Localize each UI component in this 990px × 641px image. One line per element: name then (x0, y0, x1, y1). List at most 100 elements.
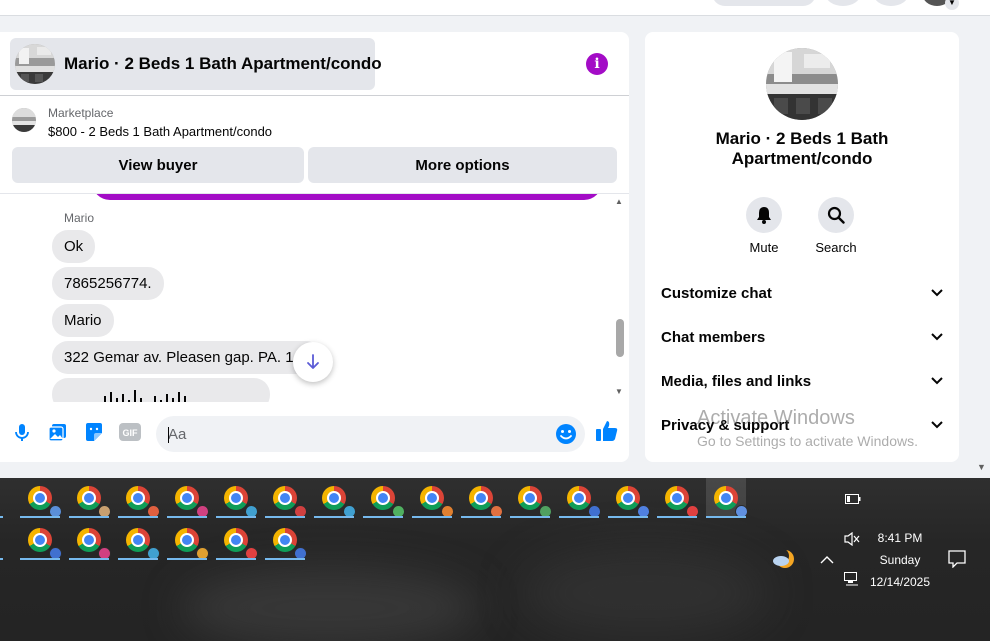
voice-message-bubble[interactable] (52, 378, 270, 402)
marketplace-listing-banner: Marketplace $800 - 2 Beds 1 Bath Apartme… (0, 96, 629, 194)
mute-button[interactable]: Mute (734, 197, 794, 255)
taskbar-chrome-window[interactable] (0, 520, 3, 560)
listing-title[interactable]: $800 - 2 Beds 1 Bath Apartment/condo (48, 124, 272, 139)
running-indicator (265, 558, 305, 560)
waveform-icon (104, 390, 186, 402)
taskbar-chrome-window[interactable] (314, 478, 356, 518)
running-indicator (167, 558, 207, 560)
taskbar-chrome-window[interactable] (69, 478, 111, 518)
more-options-button[interactable]: More options (308, 147, 617, 183)
chrome-icon (273, 486, 307, 518)
taskbar-chrome-window[interactable] (363, 478, 405, 518)
running-indicator (265, 516, 305, 518)
notification-icon[interactable] (948, 550, 966, 571)
chrome-icon (665, 486, 699, 518)
running-indicator (559, 516, 599, 518)
chevron-up-icon[interactable] (820, 552, 834, 567)
conversation-avatar[interactable] (766, 48, 838, 120)
info-icon[interactable]: i (586, 53, 608, 75)
search-icon (818, 197, 854, 233)
customize-chat-section[interactable]: Customize chat (661, 278, 943, 308)
message-scrollbar[interactable]: ▲ ▼ (613, 194, 625, 402)
chat-header: Mario · 2 Beds 1 Bath Apartment/condo i (0, 32, 629, 96)
weather-icon[interactable] (771, 547, 797, 572)
privacy-support-section[interactable]: Privacy & support (661, 410, 943, 440)
nav-pill-button[interactable] (712, 0, 816, 6)
taskbar-chrome-window[interactable] (265, 478, 307, 518)
message-input[interactable] (168, 416, 548, 452)
message-bubble: Mario (52, 304, 114, 337)
running-indicator (69, 516, 109, 518)
taskbar-chrome-window[interactable] (0, 478, 3, 518)
sticker-icon[interactable] (82, 420, 106, 444)
taskbar-chrome-window[interactable] (608, 478, 650, 518)
nav-circle-button[interactable] (873, 0, 909, 6)
scrollbar-thumb[interactable] (616, 319, 624, 357)
taskbar-chrome-window[interactable] (20, 478, 62, 518)
running-indicator (657, 516, 697, 518)
chrome-icon (371, 486, 405, 518)
chrome-icon (175, 528, 209, 560)
photo-icon[interactable] (46, 420, 70, 444)
scroll-down-arrow[interactable]: ▼ (615, 387, 623, 396)
clock-day[interactable]: Sunday (855, 553, 945, 567)
running-indicator (0, 558, 3, 560)
taskbar-chrome-window[interactable] (20, 520, 62, 560)
conversation-info-panel: Mario · 2 Beds 1 Bath Apartment/condo Mu… (645, 32, 959, 462)
scroll-up-arrow[interactable]: ▲ (615, 197, 623, 206)
taskbar-chrome-window[interactable] (167, 478, 209, 518)
message-input-container[interactable] (156, 416, 585, 452)
section-label: Privacy & support (661, 416, 790, 434)
message-bubble: Ok (52, 230, 96, 263)
taskbar-chrome-window[interactable] (510, 478, 552, 518)
chat-panel: Mario · 2 Beds 1 Bath Apartment/condo i … (0, 32, 629, 462)
section-label: Chat members (661, 328, 766, 346)
taskbar-chrome-window[interactable] (412, 478, 454, 518)
chevron-down-icon[interactable]: ▼ (945, 0, 959, 10)
page-scroll-down-arrow[interactable]: ▼ (977, 462, 986, 472)
running-indicator (412, 516, 452, 518)
taskbar-chrome-window[interactable] (216, 520, 258, 560)
gif-icon[interactable]: GIF (118, 420, 142, 444)
chevron-down-icon (931, 377, 943, 385)
chevron-down-icon (931, 333, 943, 341)
taskbar-chrome-window[interactable] (167, 520, 209, 560)
emoji-icon[interactable] (554, 422, 578, 446)
section-label: Customize chat (661, 284, 772, 302)
chrome-icon (322, 486, 356, 518)
chrome-icon (273, 528, 307, 560)
chrome-icon (420, 486, 454, 518)
nav-circle-button[interactable] (825, 0, 861, 6)
running-indicator (20, 516, 60, 518)
taskbar-chrome-window[interactable] (118, 478, 160, 518)
chat-members-section[interactable]: Chat members (661, 322, 943, 352)
scroll-to-bottom-button[interactable] (293, 342, 333, 382)
media-files-links-section[interactable]: Media, files and links (661, 366, 943, 396)
taskbar-chrome-window[interactable] (706, 478, 748, 518)
conversation-title-button[interactable]: Mario · 2 Beds 1 Bath Apartment/condo (10, 38, 382, 90)
battery-icon[interactable] (845, 492, 861, 507)
chrome-icon (224, 486, 258, 518)
taskbar-chrome-window[interactable] (559, 478, 601, 518)
sender-name: Mario (64, 211, 95, 225)
running-indicator (510, 516, 550, 518)
taskbar-chrome-window[interactable] (216, 478, 258, 518)
microphone-icon[interactable] (10, 420, 34, 444)
taskbar-chrome-window[interactable] (69, 520, 111, 560)
search-button[interactable]: Search (806, 197, 866, 255)
view-buyer-button[interactable]: View buyer (12, 147, 304, 183)
taskbar-chrome-window[interactable] (657, 478, 699, 518)
running-indicator (706, 516, 746, 518)
running-indicator (216, 558, 256, 560)
clock-date[interactable]: 12/14/2025 (855, 575, 945, 589)
outgoing-message-bubble (92, 194, 602, 200)
thumbs-up-icon[interactable] (594, 418, 620, 444)
taskbar-chrome-window[interactable] (461, 478, 503, 518)
taskbar-chrome-window[interactable] (265, 520, 307, 560)
marketplace-label: Marketplace (48, 106, 114, 120)
chrome-icon (224, 528, 258, 560)
arrow-down-icon (307, 354, 319, 369)
clock-time[interactable]: 8:41 PM (855, 531, 945, 545)
chrome-icon (714, 486, 748, 518)
taskbar-chrome-window[interactable] (118, 520, 160, 560)
